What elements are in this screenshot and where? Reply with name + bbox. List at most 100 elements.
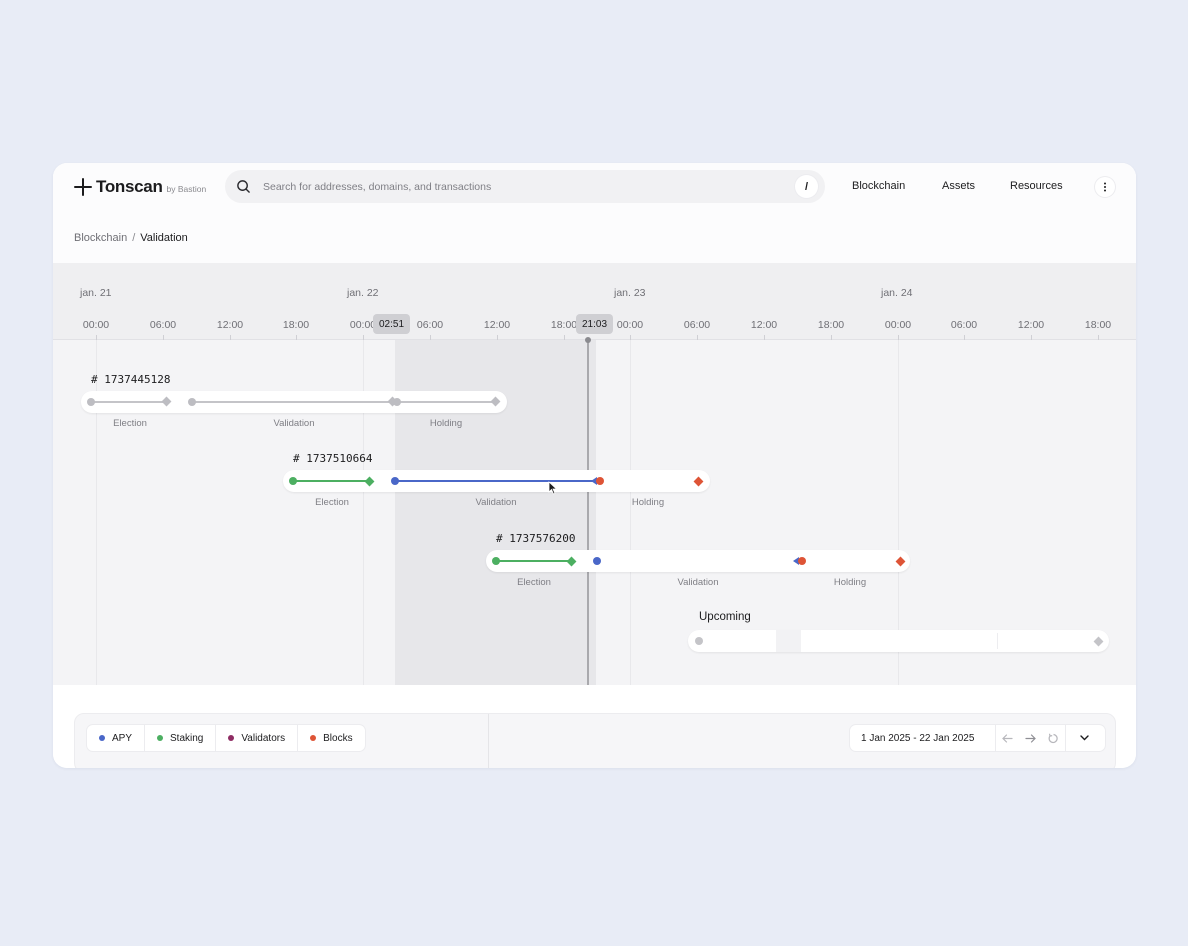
axis-tick (831, 335, 832, 340)
phase-label: Validation (677, 577, 719, 588)
nav-resources[interactable]: Resources (1010, 180, 1063, 192)
legend-dot (157, 735, 164, 741)
holding-segment (397, 401, 497, 403)
legend-dot (310, 735, 317, 741)
upcoming-label: Upcoming (699, 611, 751, 623)
reset-icon (1048, 733, 1058, 743)
nav-assets[interactable]: Assets (942, 180, 975, 192)
selection-start-badge: 02:51 (373, 314, 411, 334)
holding-start-marker (393, 398, 401, 406)
hour-label: 12:00 (750, 319, 778, 331)
hour-label: 00:00 (616, 319, 644, 331)
hour-label: 18:00 (550, 319, 578, 331)
hour-label: 06:00 (683, 319, 711, 331)
more-vertical-icon (1104, 182, 1106, 192)
hour-label: 06:00 (149, 319, 177, 331)
time-axis: jan. 21 jan. 22 jan. 23 jan. 24 00:00 06:… (53, 263, 1136, 340)
search-icon (237, 180, 250, 193)
range-dropdown-button[interactable] (1065, 725, 1102, 751)
more-menu-button[interactable] (1095, 177, 1115, 197)
axis-tick (964, 335, 965, 340)
holding-start-marker (596, 477, 604, 485)
phase-label: Holding (631, 497, 665, 508)
hour-label: 00:00 (82, 319, 110, 331)
tonscan-logo-icon (74, 178, 92, 196)
legend-item-validators[interactable]: Validators (216, 725, 299, 751)
hour-label: 18:00 (817, 319, 845, 331)
upcoming-start-marker (695, 637, 703, 645)
hour-label: 12:00 (1017, 319, 1045, 331)
axis-tick (764, 335, 765, 340)
legend-dot (99, 735, 105, 741)
upcoming-divider (997, 633, 998, 649)
cycle-id: # 1737510664 (293, 452, 373, 465)
election-segment (294, 480, 370, 482)
legend-item-blocks[interactable]: Blocks (298, 725, 364, 751)
day-label: jan. 22 (347, 287, 379, 299)
arrow-left-icon (1002, 733, 1013, 743)
arrow-right-icon (1025, 733, 1036, 743)
chevron-down-icon (1079, 735, 1089, 741)
hour-label: 12:00 (483, 319, 511, 331)
hour-label: 12:00 (216, 319, 244, 331)
hour-label: 00:00 (884, 319, 912, 331)
validation-start-marker (391, 477, 399, 485)
breadcrumb-parent[interactable]: Blockchain (74, 232, 127, 244)
legend-label: APY (112, 732, 133, 744)
election-start-marker (492, 557, 500, 565)
prev-range-button[interactable] (996, 725, 1019, 751)
search-shortcut-key[interactable]: / (795, 175, 818, 198)
app-window: Tonscan by Bastion / Blockchain Assets R… (53, 163, 1136, 768)
panel-divider (488, 714, 489, 768)
legend-label: Validators (241, 732, 286, 744)
nav-blockchain[interactable]: Blockchain (852, 180, 905, 192)
hour-label: 18:00 (282, 319, 310, 331)
axis-tick (296, 335, 297, 340)
cycle-id: # 1737576200 (496, 532, 576, 545)
legend-item-staking[interactable]: Staking (145, 725, 217, 751)
axis-tick (230, 335, 231, 340)
time-cursor[interactable] (587, 340, 589, 685)
election-start-marker (289, 477, 297, 485)
upcoming-gap (776, 630, 801, 652)
validation-segment (395, 480, 593, 482)
legend-item-apy[interactable]: APY (87, 725, 146, 751)
validation-start-marker (593, 557, 601, 565)
reset-range-button[interactable] (1042, 725, 1065, 751)
validation-start-marker (188, 398, 196, 406)
cycle-id: # 1737445128 (91, 373, 171, 386)
breadcrumb-current: Validation (140, 232, 188, 244)
search-bar[interactable]: / (225, 170, 825, 203)
logo[interactable]: Tonscan by Bastion (74, 177, 206, 197)
search-input[interactable] (263, 178, 783, 195)
app-byline: by Bastion (166, 184, 207, 194)
axis-tick (697, 335, 698, 340)
legend-dot (228, 735, 235, 741)
legend-label: Staking (170, 732, 204, 744)
election-start-marker (87, 398, 95, 406)
day-label: jan. 23 (614, 287, 646, 299)
validation-segment (192, 401, 394, 403)
breadcrumb: Blockchain / Validation (74, 232, 188, 244)
phase-label: Validation (475, 497, 517, 508)
election-segment (496, 560, 572, 562)
upcoming-cycle-bar[interactable] (688, 630, 1109, 652)
day-label: jan. 21 (80, 287, 112, 299)
legend: APY Staking Validators Blocks (87, 725, 365, 751)
axis-tick (1031, 335, 1032, 340)
date-range-label[interactable]: 1 Jan 2025 - 22 Jan 2025 (850, 725, 996, 751)
chart-controls-area: APY Staking Validators Blocks 1 Jan 2025… (53, 685, 1136, 768)
time-cursor-handle[interactable] (585, 337, 591, 343)
header: Tonscan by Bastion / Blockchain Assets R… (53, 163, 1136, 263)
chart-panel: APY Staking Validators Blocks 1 Jan 2025… (74, 713, 1116, 768)
app-name: Tonscan (96, 177, 163, 196)
axis-tick (1098, 335, 1099, 340)
phase-label: Election (113, 418, 147, 429)
cursor-time-badge: 21:03 (576, 314, 614, 334)
date-range-control: 1 Jan 2025 - 22 Jan 2025 (850, 725, 1105, 751)
day-label: jan. 24 (881, 287, 913, 299)
hour-label: 06:00 (950, 319, 978, 331)
holding-start-marker (798, 557, 806, 565)
breadcrumb-separator: / (132, 232, 136, 244)
next-range-button[interactable] (1019, 725, 1042, 751)
